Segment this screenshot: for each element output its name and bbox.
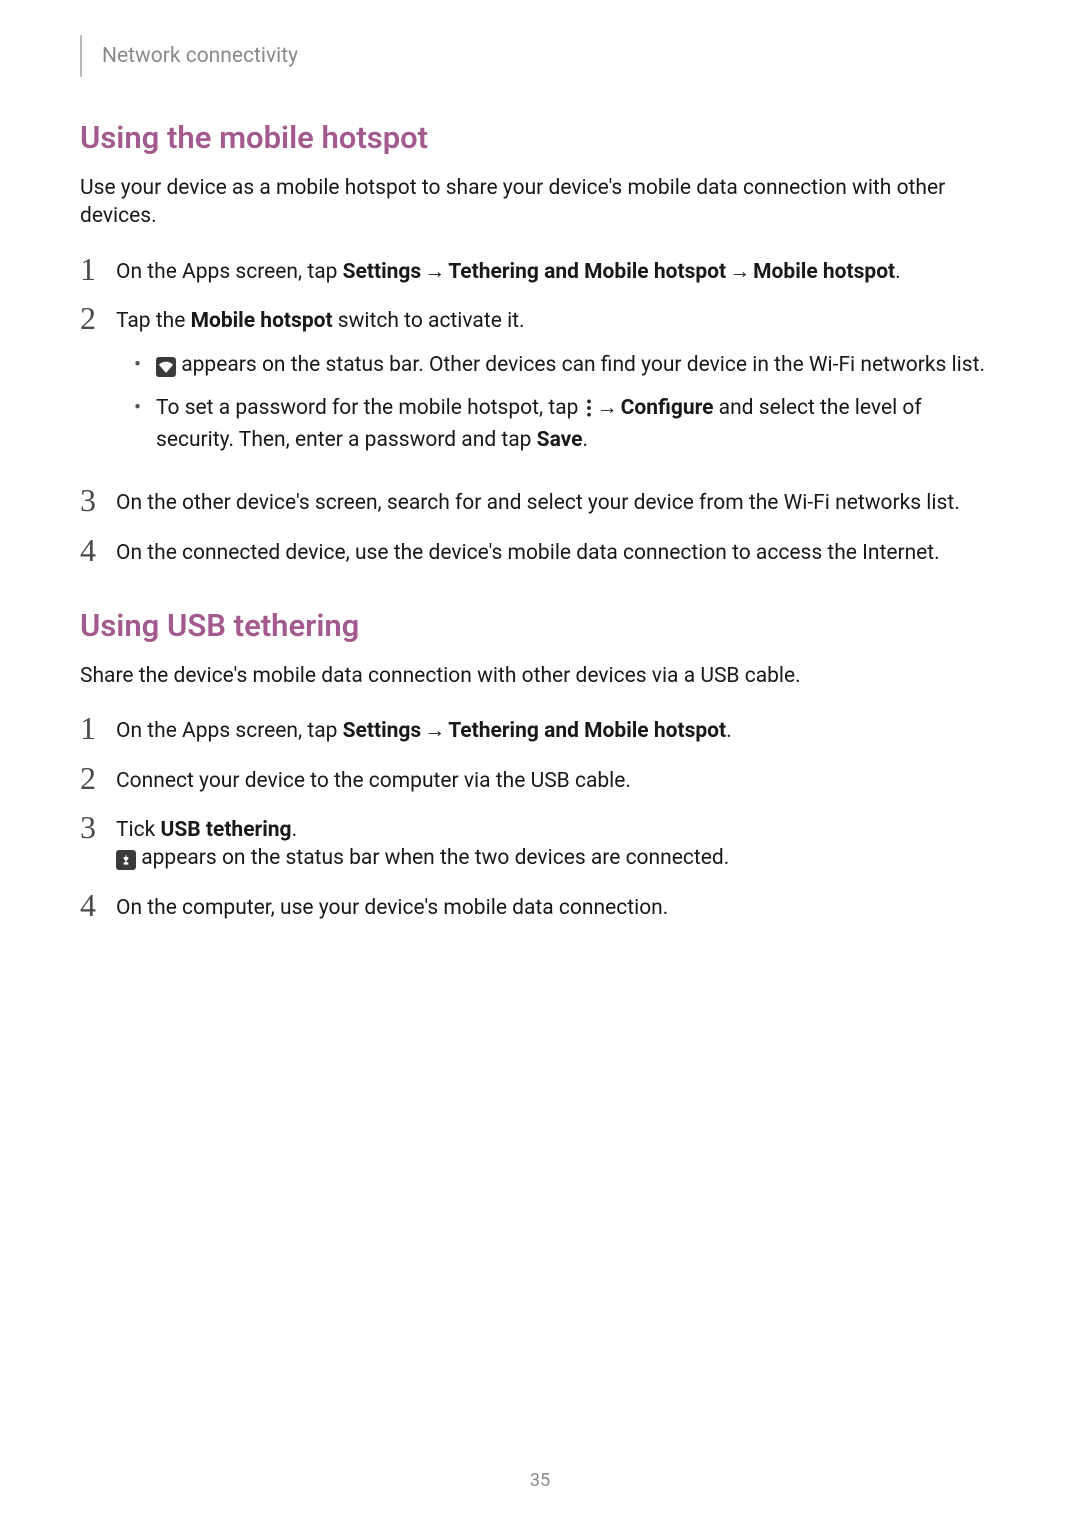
more-options-icon: [584, 398, 594, 426]
text: .: [895, 260, 901, 284]
text: Tick: [116, 818, 160, 842]
text: appears on the status bar. Other devices…: [176, 353, 985, 377]
step-4: 4 On the connected device, use the devic…: [80, 534, 1000, 567]
tethering-label: Tethering and Mobile hotspot: [448, 260, 726, 284]
settings-label: Settings: [343, 260, 422, 284]
save-label: Save: [537, 428, 583, 452]
step-body: Connect your device to the computer via …: [116, 762, 1000, 795]
text: .: [292, 818, 298, 842]
step-1: 1 On the Apps screen, tap Settings→Tethe…: [80, 253, 1000, 286]
hotspot-status-icon: [156, 357, 176, 377]
step-body: Tap the Mobile hotspot switch to activat…: [116, 302, 1000, 468]
step-body: On the connected device, use the device'…: [116, 534, 1000, 567]
step-body: On the computer, use your device's mobil…: [116, 889, 1000, 922]
hotspot-steps: 1 On the Apps screen, tap Settings→Tethe…: [80, 253, 1000, 567]
mobile-hotspot-label: Mobile hotspot: [191, 309, 333, 333]
text: Tap the: [116, 309, 191, 333]
step-number: 3: [80, 484, 116, 516]
text: .: [726, 719, 732, 743]
usb-status-icon: [116, 850, 136, 870]
section-heading-usb: Using USB tethering: [80, 607, 1000, 644]
tethering-label: Tethering and Mobile hotspot: [448, 719, 726, 743]
settings-label: Settings: [343, 719, 422, 743]
step-body: Tick USB tethering. appears on the statu…: [116, 811, 1000, 873]
text: appears on the status bar when the two d…: [136, 846, 729, 870]
step-number: 4: [80, 889, 116, 921]
step-2: 2 Tap the Mobile hotspot switch to activ…: [80, 302, 1000, 468]
step-body: On the Apps screen, tap Settings→Tetheri…: [116, 253, 1000, 286]
text: To set a password for the mobile hotspot…: [156, 396, 584, 420]
page-number: 35: [0, 1470, 1080, 1491]
text: On the other device's screen, search for…: [116, 489, 1000, 517]
section-heading-hotspot: Using the mobile hotspot: [80, 119, 1000, 156]
step-body: On the other device's screen, search for…: [116, 484, 1000, 517]
arrow-icon: →: [726, 260, 753, 284]
document-page: Network connectivity Using the mobile ho…: [0, 0, 1080, 922]
step-number: 1: [80, 253, 116, 285]
step-number: 2: [80, 302, 116, 334]
sub-bullet-list: appears on the status bar. Other devices…: [116, 351, 1000, 454]
step-3: 3 On the other device's screen, search f…: [80, 484, 1000, 517]
text: Connect your device to the computer via …: [116, 767, 1000, 795]
text: switch to activate it.: [333, 309, 525, 333]
step-3: 3 Tick USB tethering. appears on the sta…: [80, 811, 1000, 873]
step-number: 3: [80, 811, 116, 843]
arrow-icon: →: [421, 260, 448, 284]
section-intro: Share the device's mobile data connectio…: [80, 662, 1000, 690]
breadcrumb: Network connectivity: [102, 44, 298, 68]
section-intro: Use your device as a mobile hotspot to s…: [80, 174, 1000, 231]
usb-steps: 1 On the Apps screen, tap Settings→Tethe…: [80, 712, 1000, 922]
arrow-icon: →: [594, 396, 621, 420]
text: On the connected device, use the device'…: [116, 539, 1000, 567]
text: On the Apps screen, tap: [116, 260, 343, 284]
usb-tethering-label: USB tethering: [160, 818, 291, 842]
mobile-hotspot-label: Mobile hotspot: [753, 260, 895, 284]
step-number: 1: [80, 712, 116, 744]
sub-bullet: To set a password for the mobile hotspot…: [116, 394, 1000, 455]
step-4: 4 On the computer, use your device's mob…: [80, 889, 1000, 922]
step-body: On the Apps screen, tap Settings→Tetheri…: [116, 712, 1000, 745]
text: On the Apps screen, tap: [116, 719, 343, 743]
step-number: 4: [80, 534, 116, 566]
sub-bullet: appears on the status bar. Other devices…: [116, 351, 1000, 379]
step-1: 1 On the Apps screen, tap Settings→Tethe…: [80, 712, 1000, 745]
text: .: [583, 428, 589, 452]
page-header: Network connectivity: [80, 35, 1000, 77]
step-2: 2 Connect your device to the computer vi…: [80, 762, 1000, 795]
text: On the computer, use your device's mobil…: [116, 894, 1000, 922]
section-usb-tethering: Using USB tethering Share the device's m…: [80, 607, 1000, 922]
arrow-icon: →: [421, 719, 448, 743]
configure-label: Configure: [621, 396, 714, 420]
step-number: 2: [80, 762, 116, 794]
